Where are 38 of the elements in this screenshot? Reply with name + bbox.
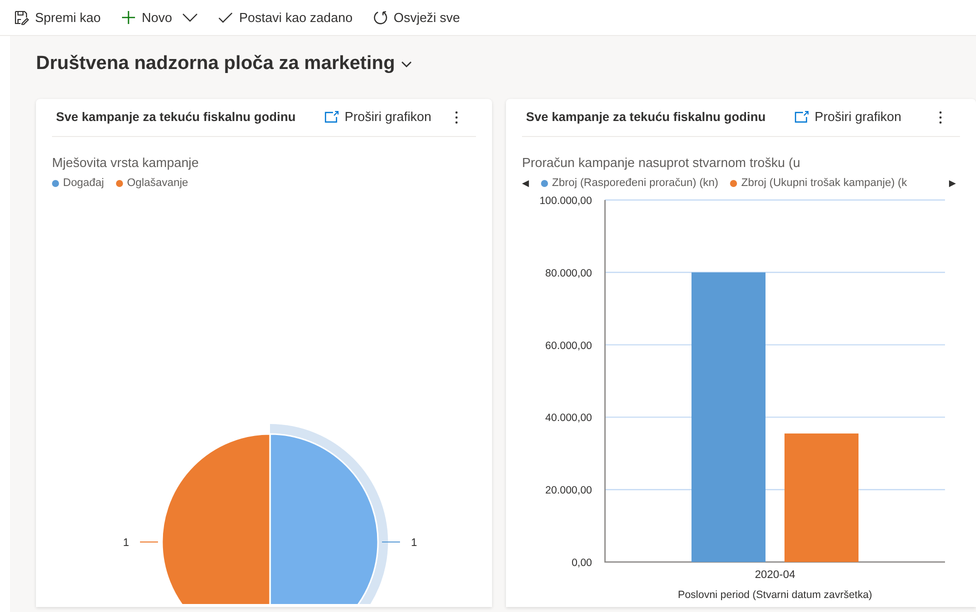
chart-title: Mješovita vrsta kampanje: [52, 154, 200, 172]
toolbar-button[interactable]: Postavi kao zadano: [218, 8, 353, 28]
chart-title: Proračun kampanje nasuprot stvarnom trošku (u: [522, 154, 802, 172]
legend-item: Oglašavanje: [116, 175, 188, 192]
plus-icon: [120, 10, 136, 25]
legend-next-button[interactable]: ▶: [949, 176, 956, 190]
refresh-icon: [372, 10, 388, 25]
toolbar-button[interactable]: Novo: [120, 8, 172, 28]
y-axis-label: 0,00: [572, 556, 592, 568]
chevron-down-icon: [401, 60, 412, 68]
expand-icon: [794, 111, 809, 123]
card-title: Sve kampanje za tekuću fiskalnu godinu: [526, 108, 766, 126]
y-axis-label: 80.000,00: [545, 266, 592, 279]
dropdown-chevron-icon[interactable]: [182, 13, 198, 22]
y-axis-label: 60.000,00: [545, 339, 592, 352]
x-axis-label: 2020-04: [754, 568, 796, 580]
leader-line: [140, 541, 158, 542]
x-axis-title: Poslovni period (Stvarni datum završetka): [678, 588, 872, 600]
expand-icon: [324, 111, 339, 123]
toolbar-button[interactable]: Osvježi sve: [372, 8, 460, 28]
legend-previous-button[interactable]: ◀: [522, 176, 529, 190]
y-axis-label: 100.000,00: [539, 194, 592, 206]
leader-line: [382, 541, 400, 542]
data-label: 1: [122, 536, 130, 548]
toolbar-button[interactable]: Spremi kao: [14, 8, 101, 28]
checkmark-icon: [218, 12, 234, 23]
pie-slice[interactable]: [161, 432, 271, 604]
dashboard-title[interactable]: Društvena nadzorna ploča za marketing: [36, 50, 412, 78]
expand-chart-link[interactable]: Proširi grafikon: [794, 107, 902, 127]
y-axis-label: 40.000,00: [545, 412, 592, 424]
card-title: Sve kampanje za tekuću fiskalnu godinu: [56, 108, 296, 126]
expand-chart-link[interactable]: Proširi grafikon: [324, 107, 432, 127]
legend-item: Događaj: [52, 175, 104, 192]
save-icon: [14, 10, 29, 25]
legend-item: Zbroj (Raspoređeni proračun) (kn): [541, 175, 718, 192]
y-axis-label: 20.000,00: [545, 484, 592, 496]
data-label: 1: [410, 536, 418, 548]
legend-item: Zbroj (Ukupni trošak kampanje) (k: [730, 175, 907, 192]
